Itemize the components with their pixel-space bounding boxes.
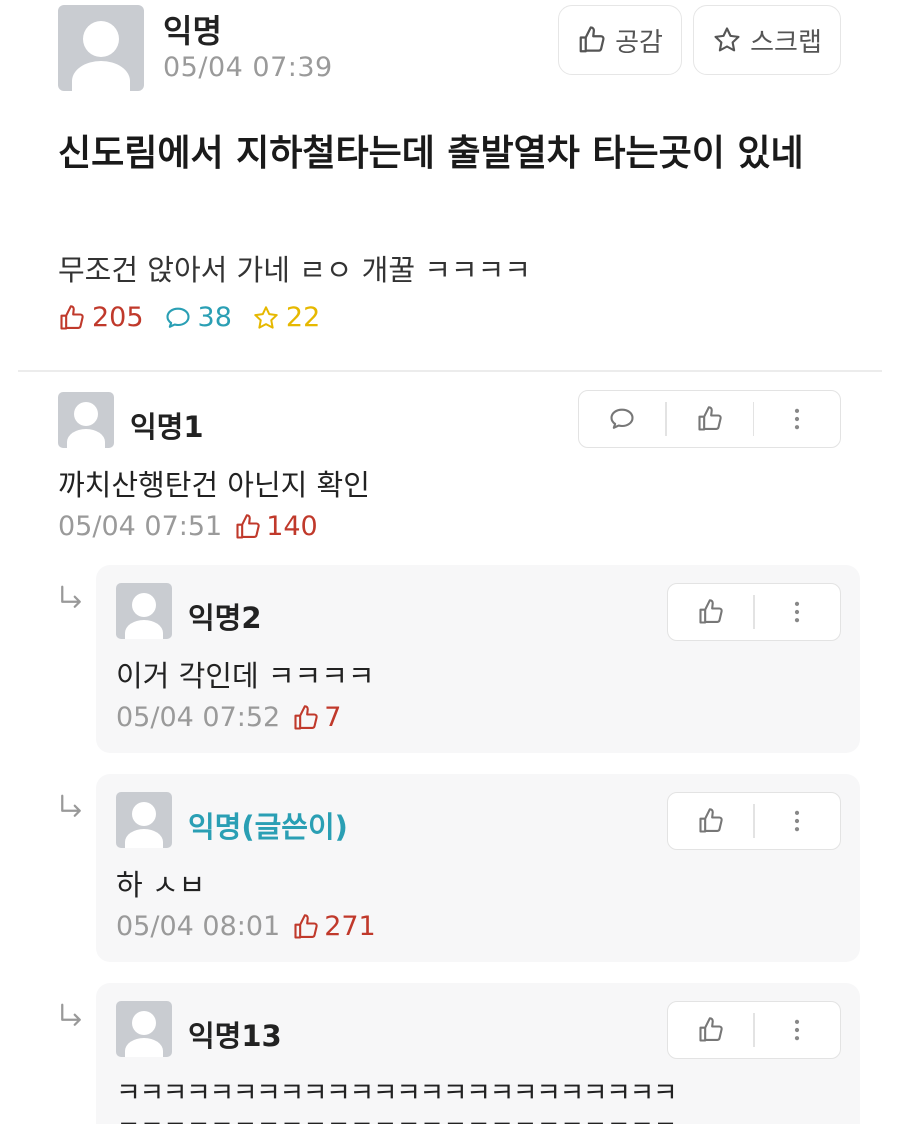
reply-like-value: 271 xyxy=(324,911,376,942)
thumbs-up-icon xyxy=(577,25,607,55)
scrap-count: 22 xyxy=(252,302,320,333)
reply-card: 익명13 ㅋㅋㅋㅋㅋㅋㅋㅋㅋㅋㅋㅋㅋㅋㅋㅋㅋㅋㅋㅋㅋㅋㅋㅋ ㅋㅋㅋㅋㅋㅋㅋㅋㅋㅋ… xyxy=(96,983,860,1124)
reply-arrow-icon xyxy=(56,792,86,822)
reply-card: 익명2 이거 각인데 ㅋㅋㅋㅋ 05/04 07:52 7 xyxy=(96,565,860,753)
post-body: 무조건 앉아서 가네 ㄹㅇ 개꿀 ㅋㅋㅋㅋ xyxy=(58,253,531,287)
reply-text: 이거 각인데 ㅋㅋㅋㅋ xyxy=(116,659,375,693)
post-stats: 205 38 22 xyxy=(58,302,320,333)
more-vertical-icon xyxy=(783,405,811,433)
comment-count: 38 xyxy=(164,302,232,333)
reply-text: ㅋㅋㅋㅋㅋㅋㅋㅋㅋㅋㅋㅋㅋㅋㅋㅋㅋㅋㅋㅋㅋㅋㅋㅋ xyxy=(116,1078,678,1109)
like-count: 205 xyxy=(58,302,144,333)
reply-meta: 05/04 07:52 7 xyxy=(116,702,341,733)
reply-actions xyxy=(667,792,841,850)
reply-text-line2: ㅋㅋㅋㅋㅋㅋㅋㅋㅋㅋㅋㅋㅋㅋㅋㅋㅋㅋㅋㅋㅋㅋㅋㅋ xyxy=(116,1109,678,1124)
reply-text: 하 ㅅㅂ xyxy=(116,868,206,902)
thumbs-up-icon xyxy=(696,405,724,433)
comment-text: 까치산행탄건 아닌지 확인 xyxy=(58,468,370,502)
like-post-button[interactable]: 공감 xyxy=(558,5,682,75)
reply-author: 익명2 xyxy=(188,601,262,635)
thumbs-up-icon xyxy=(58,304,86,332)
thumbs-up-icon xyxy=(292,913,320,941)
reply-button[interactable] xyxy=(579,391,665,447)
post-author: 익명 xyxy=(163,12,222,50)
thumbs-up-icon xyxy=(697,1016,725,1044)
reply-author: 익명13 xyxy=(188,1019,282,1053)
divider xyxy=(18,370,882,372)
reply-meta: 05/04 08:01 271 xyxy=(116,911,376,942)
star-icon xyxy=(712,25,742,55)
more-button[interactable] xyxy=(755,793,840,849)
reply-like-value: 7 xyxy=(324,702,342,733)
reply-arrow-icon xyxy=(56,1001,86,1031)
reply-like-button[interactable] xyxy=(668,584,753,640)
reply-date: 05/04 07:52 xyxy=(116,702,281,733)
comment-like-count: 140 xyxy=(234,511,318,542)
like-count-value: 205 xyxy=(92,302,144,333)
reply-like-button[interactable] xyxy=(668,1002,753,1058)
comment-actions xyxy=(578,390,841,448)
more-vertical-icon xyxy=(783,1016,811,1044)
comment-author: 익명1 xyxy=(130,410,204,444)
post-date: 05/04 07:39 xyxy=(163,52,333,83)
thumbs-up-icon xyxy=(697,598,725,626)
more-button[interactable] xyxy=(754,391,840,447)
more-button[interactable] xyxy=(755,584,840,640)
scrap-count-value: 22 xyxy=(285,302,321,333)
reply-like-count: 271 xyxy=(292,911,376,942)
reply-actions xyxy=(667,583,841,641)
reply-avatar xyxy=(116,1001,172,1057)
speech-bubble-icon xyxy=(164,304,192,332)
comment-count-value: 38 xyxy=(197,302,232,333)
thumbs-up-icon xyxy=(292,704,320,732)
post-title: 신도림에서 지하철타는데 출발열차 타는곳이 있네 xyxy=(58,133,804,174)
more-vertical-icon xyxy=(783,598,811,626)
thumbs-up-icon xyxy=(697,807,725,835)
reply-avatar xyxy=(116,583,172,639)
more-vertical-icon xyxy=(783,807,811,835)
reply-like-count: 7 xyxy=(292,702,341,733)
reply-like-button[interactable] xyxy=(668,793,753,849)
post-avatar xyxy=(58,5,144,91)
comment-like-value: 140 xyxy=(266,511,318,542)
reply-avatar xyxy=(116,792,172,848)
thumbs-up-icon xyxy=(234,513,262,541)
speech-bubble-icon xyxy=(608,405,636,433)
reply-actions xyxy=(667,1001,841,1059)
scrap-button[interactable]: 스크랩 xyxy=(693,5,841,75)
reply-arrow-icon xyxy=(56,583,86,613)
comment-avatar xyxy=(58,392,114,448)
comment-meta: 05/04 07:51 140 xyxy=(58,511,318,542)
more-button[interactable] xyxy=(755,1002,840,1058)
like-post-button-label: 공감 xyxy=(615,27,663,58)
comment-like-button[interactable] xyxy=(667,391,753,447)
star-icon xyxy=(252,304,280,332)
reply-card: 익명(글쓴이) 하 ㅅㅂ 05/04 08:01 271 xyxy=(96,774,860,962)
reply-author-op: 익명(글쓴이) xyxy=(188,810,348,844)
reply-date: 05/04 08:01 xyxy=(116,911,281,942)
scrap-button-label: 스크랩 xyxy=(750,27,822,58)
comment-date: 05/04 07:51 xyxy=(58,511,223,542)
